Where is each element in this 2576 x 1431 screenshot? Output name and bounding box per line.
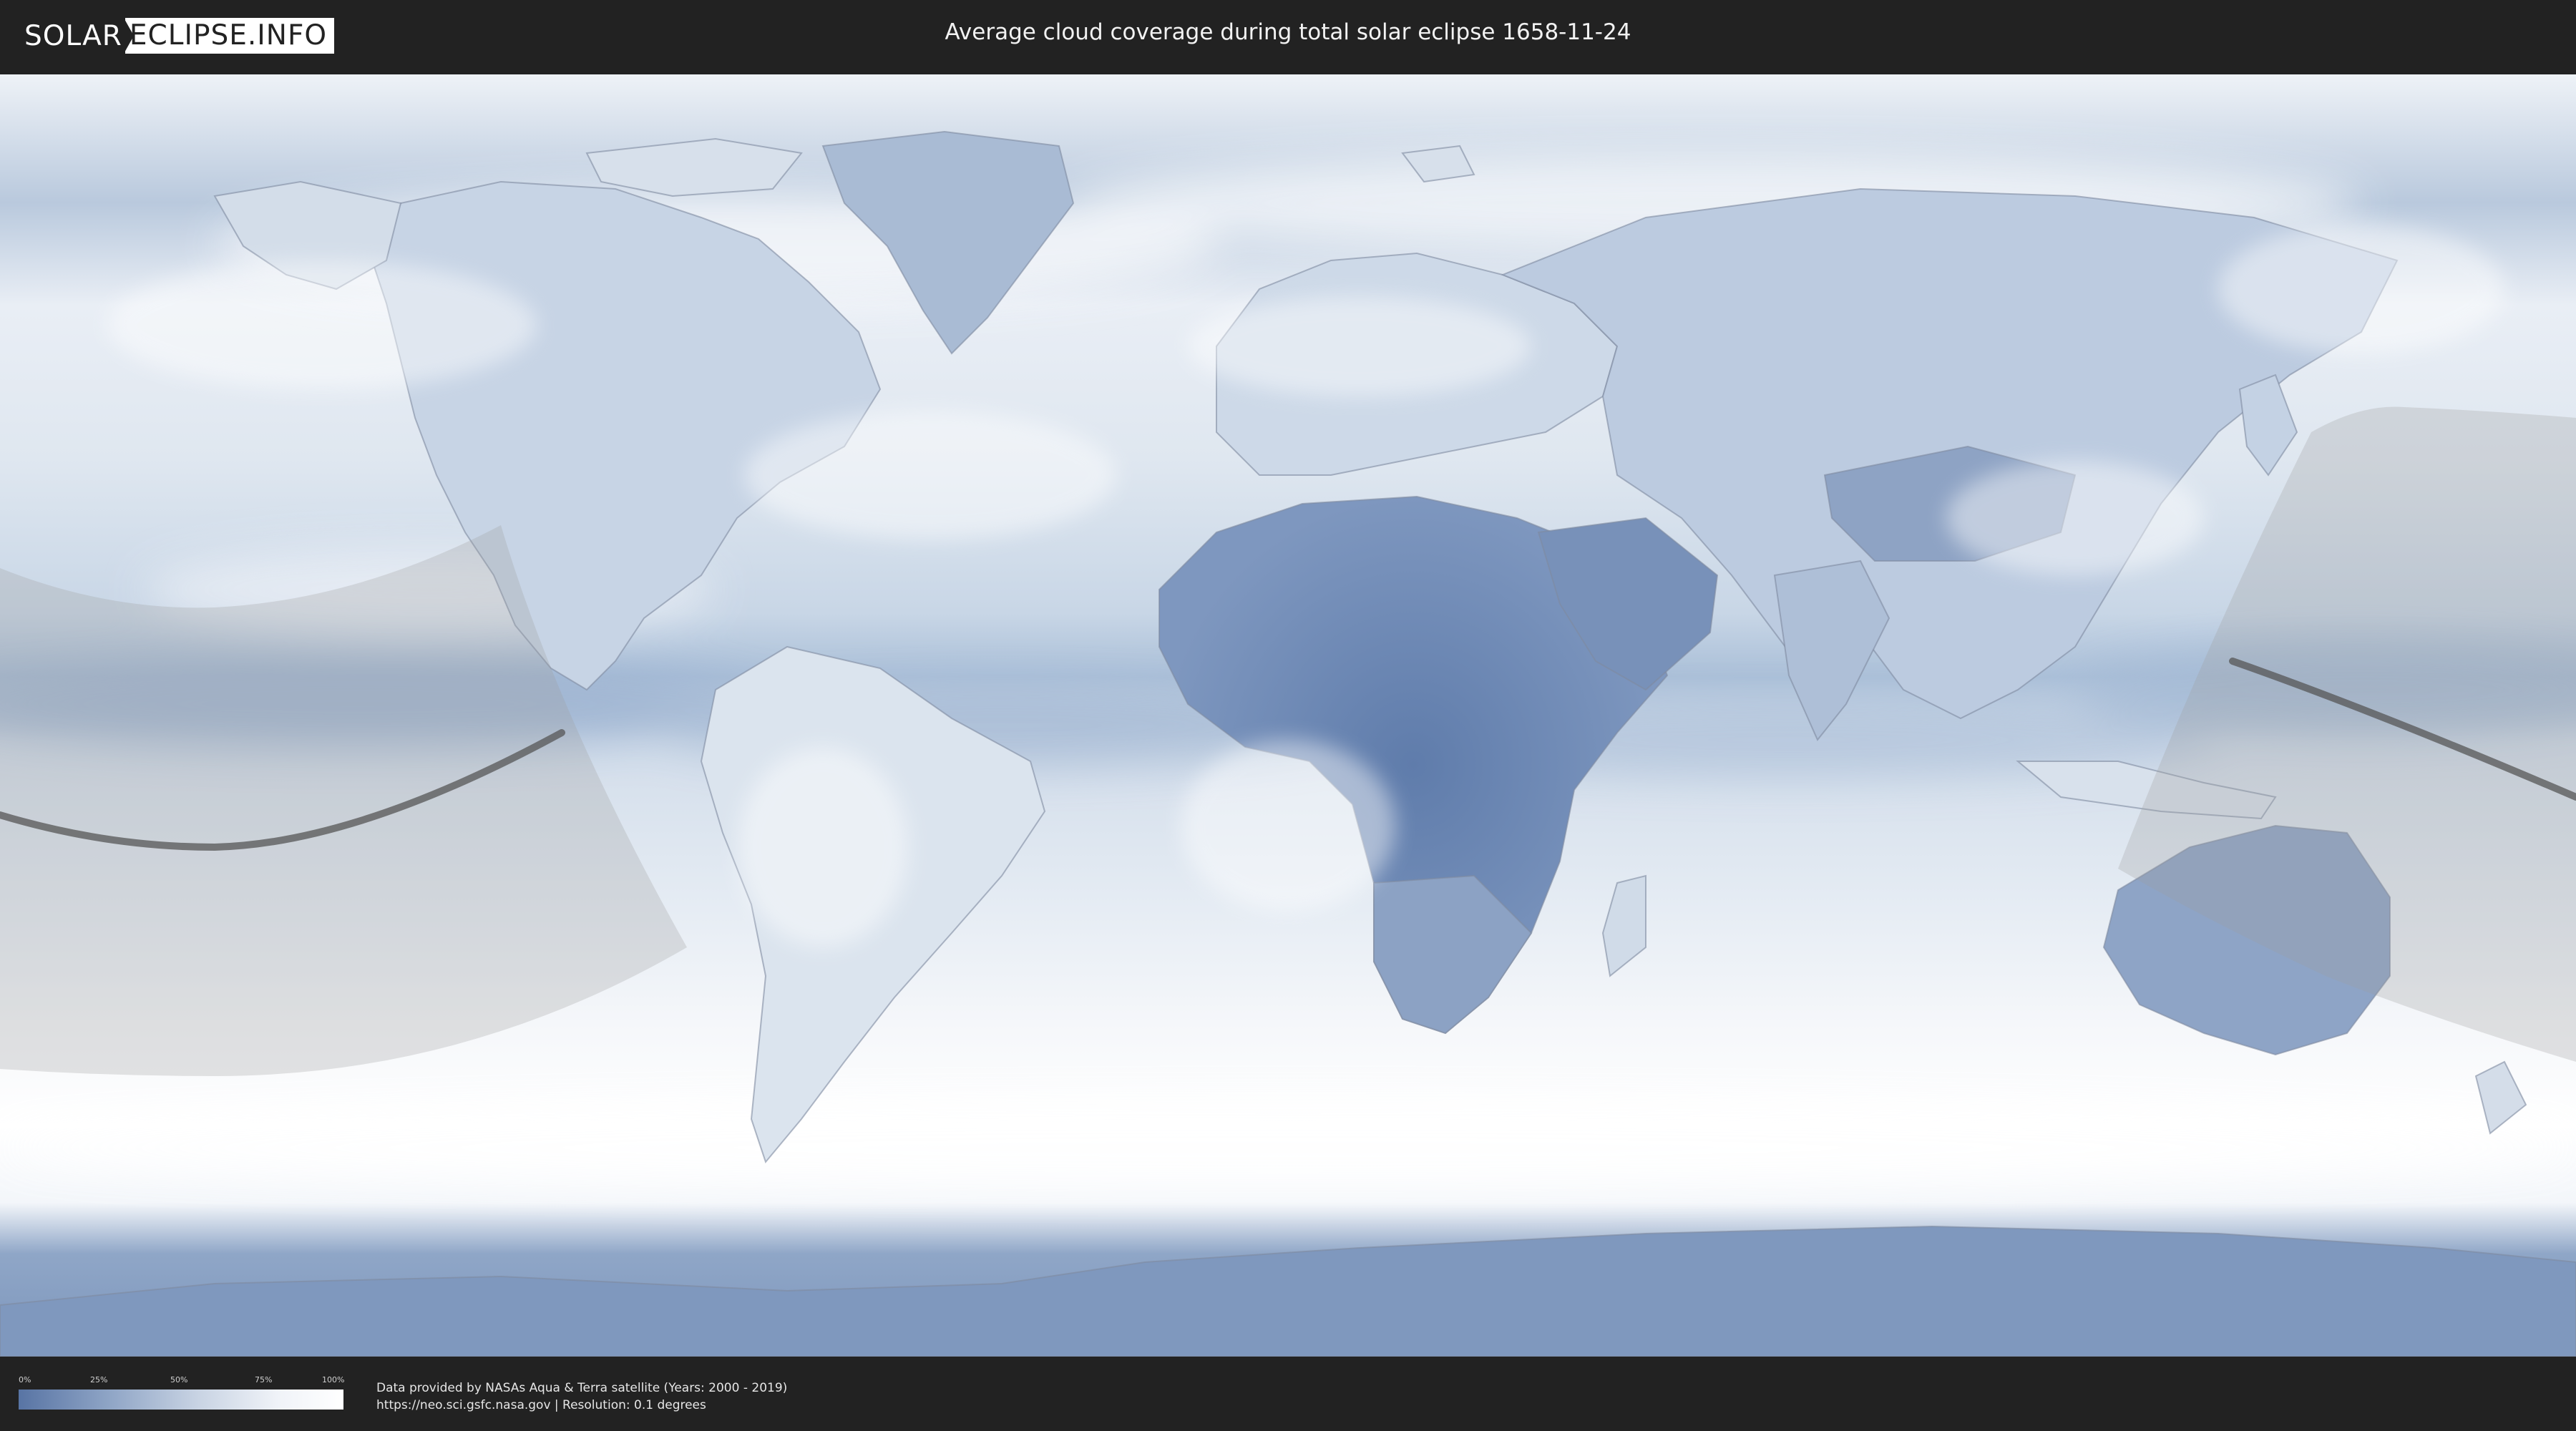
cloud-patch [1181, 740, 1395, 912]
data-source-line: https://neo.sci.gsfc.nasa.gov | Resoluti… [376, 1398, 706, 1412]
header: SOLAR ECLIPSE.INFO Average cloud coverag… [0, 0, 2576, 72]
page-title: Average cloud coverage during total sola… [945, 19, 1631, 45]
legend-gradient-bar [19, 1390, 343, 1410]
legend-tick-100: 100% [322, 1375, 345, 1384]
data-credit-line: Data provided by NASAs Aqua & Terra sate… [376, 1381, 788, 1395]
legend-tick-50: 50% [170, 1375, 188, 1384]
legend-tick-75: 75% [255, 1375, 273, 1384]
cloud-patch [737, 747, 909, 947]
app-root: SOLAR ECLIPSE.INFO Average cloud coverag… [0, 0, 2576, 1431]
legend-tick-25: 25% [90, 1375, 108, 1384]
cloud-patch [1188, 296, 1531, 396]
legend-tick-0: 0% [19, 1375, 31, 1384]
footer: 0% 25% 50% 75% 100% Data provided by NAS… [0, 1357, 2576, 1431]
cloud-patch [744, 411, 1116, 539]
cloud-patch [107, 260, 537, 389]
map-canvas [0, 74, 2576, 1357]
cloud-patch [2218, 225, 2504, 353]
cloud-patch [1946, 461, 2204, 575]
cloud-coverage-map[interactable] [0, 74, 2576, 1357]
cloud-coverage-legend: 0% 25% 50% 75% 100% [19, 1375, 345, 1411]
cloud-band [0, 1105, 2576, 1191]
